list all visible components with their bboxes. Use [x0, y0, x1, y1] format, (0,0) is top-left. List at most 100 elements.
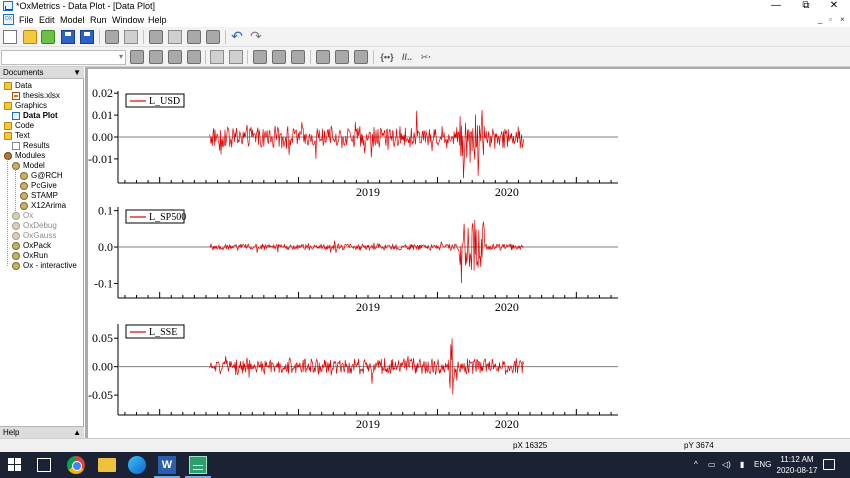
- edge-icon[interactable]: [128, 456, 146, 474]
- gear-light-icon: [12, 232, 20, 240]
- menu-bar: OX File Edit Model Run Window Help _ ▫ ×: [0, 13, 850, 27]
- gear-icon: [12, 242, 20, 250]
- task-view-icon[interactable]: [37, 458, 51, 472]
- windows-taskbar: W ^ ▭ ◁) ▮ ENG 11:12 AM 2020-08-17: [0, 452, 850, 478]
- copy-icon[interactable]: [168, 30, 182, 44]
- curve-alt-icon[interactable]: [354, 50, 368, 64]
- restore-button[interactable]: ⧉: [792, 0, 820, 13]
- data-plot-canvas[interactable]: 0.02 0.01 0.00 -0.01 2019 2020 L_USD 0.1 0.0 -0.1…: [88, 69, 641, 438]
- undo-icon[interactable]: ↶: [230, 29, 244, 44]
- y-tick-label: 0.00: [92, 130, 113, 144]
- tree-item-label: Ox: [23, 211, 34, 220]
- x-tick-label: 2019: [356, 185, 380, 199]
- help-header[interactable]: Help ▲: [0, 426, 84, 438]
- clipboard-icon[interactable]: [206, 30, 220, 44]
- legend-label: L_USD: [149, 96, 180, 107]
- import-icon[interactable]: [229, 50, 243, 64]
- paste-icon[interactable]: [187, 30, 201, 44]
- print-preview-icon[interactable]: [124, 30, 138, 44]
- tree-item-label: Data: [15, 81, 32, 90]
- curve-icon[interactable]: [335, 50, 349, 64]
- tray-chevron-icon[interactable]: ^: [694, 460, 698, 469]
- tree-connector: [15, 169, 16, 211]
- menu-help[interactable]: Help: [146, 14, 169, 26]
- print-icon[interactable]: [105, 30, 119, 44]
- close-button[interactable]: ✕: [820, 0, 848, 13]
- toolbar-separator: [205, 50, 206, 64]
- y-tick-label: 0.01: [92, 108, 113, 122]
- bracket-icon[interactable]: {••}: [378, 50, 396, 64]
- save-icon[interactable]: [61, 30, 75, 44]
- zoom-out-icon[interactable]: [149, 50, 163, 64]
- refresh-icon[interactable]: [272, 50, 286, 64]
- gear-icon: [12, 162, 20, 170]
- toolbar-combo-box[interactable]: ▾: [1, 50, 126, 65]
- documents-header[interactable]: Documents ▼: [0, 67, 84, 79]
- gear-icon: [20, 192, 28, 200]
- open-database-icon[interactable]: [41, 30, 55, 44]
- menu-file[interactable]: File: [17, 14, 36, 26]
- double-slash-icon[interactable]: //..: [398, 50, 416, 64]
- word-icon[interactable]: W: [158, 456, 176, 474]
- y-tick-label: 0.05: [92, 331, 113, 345]
- menu-run[interactable]: Run: [88, 14, 109, 26]
- new-document-icon[interactable]: [3, 30, 17, 44]
- mdi-close-button[interactable]: ×: [840, 14, 845, 26]
- chart-icon[interactable]: [291, 50, 305, 64]
- rectangle-icon[interactable]: [187, 50, 201, 64]
- mdi-restore-button[interactable]: ▫: [829, 14, 832, 26]
- save-all-icon[interactable]: [80, 30, 94, 44]
- data-plot-window[interactable]: 0.02 0.01 0.00 -0.01 2019 2020 L_USD 0.1 0.0 -0.1…: [88, 69, 641, 438]
- speaker-icon[interactable]: ◁): [722, 460, 731, 469]
- tree-item-label: OxDebug: [23, 221, 57, 230]
- tree-item-label: Model: [23, 161, 45, 170]
- x-tick-label: 2020: [495, 300, 519, 314]
- network-icon[interactable]: ▭: [708, 460, 716, 469]
- file-explorer-icon[interactable]: [98, 458, 116, 472]
- menu-edit[interactable]: Edit: [37, 14, 57, 26]
- y-tick-label: -0.05: [88, 388, 113, 402]
- battery-icon[interactable]: ▮: [740, 460, 744, 469]
- tree-item-label: STAMP: [31, 191, 58, 200]
- zoom-in-icon[interactable]: [130, 50, 144, 64]
- toolbar-separator: [99, 30, 100, 44]
- tree-item-label: Results: [23, 141, 50, 150]
- document-system-menu-icon[interactable]: OX: [3, 14, 14, 25]
- gear-light-icon: [12, 212, 20, 220]
- cut-icon[interactable]: [149, 30, 163, 44]
- y-tick-label: 0.1: [98, 204, 113, 218]
- windows-start-icon[interactable]: [8, 458, 22, 472]
- language-indicator[interactable]: ENG: [754, 460, 771, 469]
- oxmetrics-icon[interactable]: [189, 456, 207, 474]
- series-line-l-usd: [209, 109, 524, 179]
- chevron-down-icon[interactable]: ▾: [119, 52, 123, 61]
- collapse-arrow-icon[interactable]: ▼: [73, 68, 81, 78]
- chrome-icon[interactable]: [67, 456, 85, 474]
- expand-arrow-icon[interactable]: ▲: [73, 428, 81, 438]
- clock-time[interactable]: 11:12 AM: [775, 455, 819, 465]
- search-icon[interactable]: [253, 50, 267, 64]
- legend-label: L_SSE: [149, 327, 177, 338]
- y-tick-label: -0.1: [94, 276, 113, 290]
- arrow-icon[interactable]: [316, 50, 330, 64]
- notification-icon[interactable]: [823, 459, 835, 470]
- tree-item-label: Ox - interactive: [23, 261, 77, 270]
- menu-model[interactable]: Model: [58, 14, 87, 26]
- folder-icon: [4, 122, 12, 130]
- tree-item-label: Text: [15, 131, 30, 140]
- menu-window[interactable]: Window: [110, 14, 146, 26]
- pointer-icon[interactable]: [168, 50, 182, 64]
- toolbar-separator: [225, 30, 226, 44]
- redo-icon[interactable]: ↷: [249, 29, 263, 44]
- tree-item-label: OxRun: [23, 251, 48, 260]
- tree-item-label: X12Arima: [31, 201, 67, 210]
- xlsx-icon: [12, 92, 20, 100]
- mdi-minimize-button[interactable]: _: [818, 14, 822, 26]
- open-folder-icon[interactable]: [23, 30, 37, 44]
- clock-date[interactable]: 2020-08-17: [775, 466, 819, 476]
- export-icon[interactable]: [210, 50, 224, 64]
- oxmetrics-app-icon: [3, 1, 13, 11]
- minimize-button[interactable]: —: [762, 0, 790, 13]
- y-tick-label: -0.01: [88, 152, 113, 166]
- scissors-dots-icon[interactable]: ✂·: [418, 50, 434, 64]
